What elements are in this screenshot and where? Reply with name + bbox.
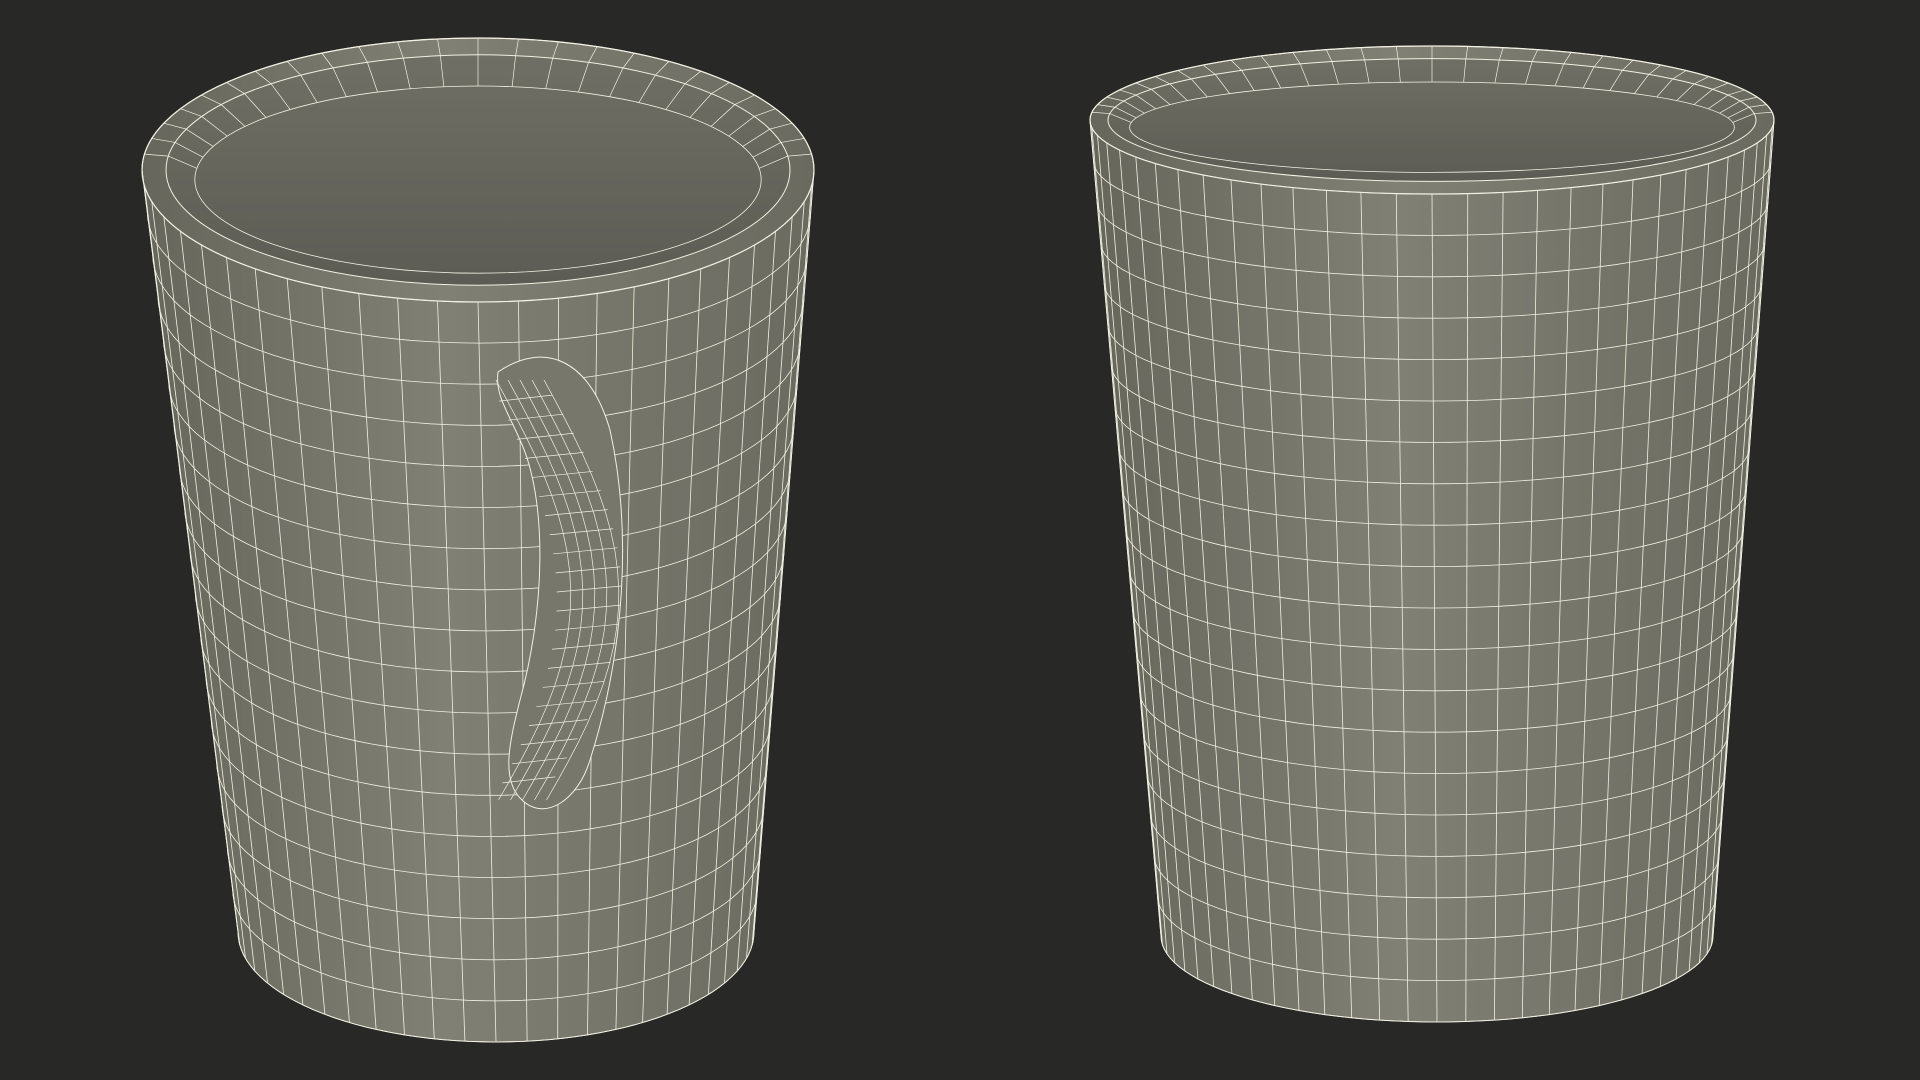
viewport	[0, 0, 1920, 1080]
mug-opening	[165, 54, 791, 286]
mug-with-handle	[141, 37, 815, 1043]
mug-without-handle	[1089, 45, 1775, 1023]
wireframe-scene	[141, 37, 1775, 1043]
mug-body	[1090, 46, 1774, 1022]
